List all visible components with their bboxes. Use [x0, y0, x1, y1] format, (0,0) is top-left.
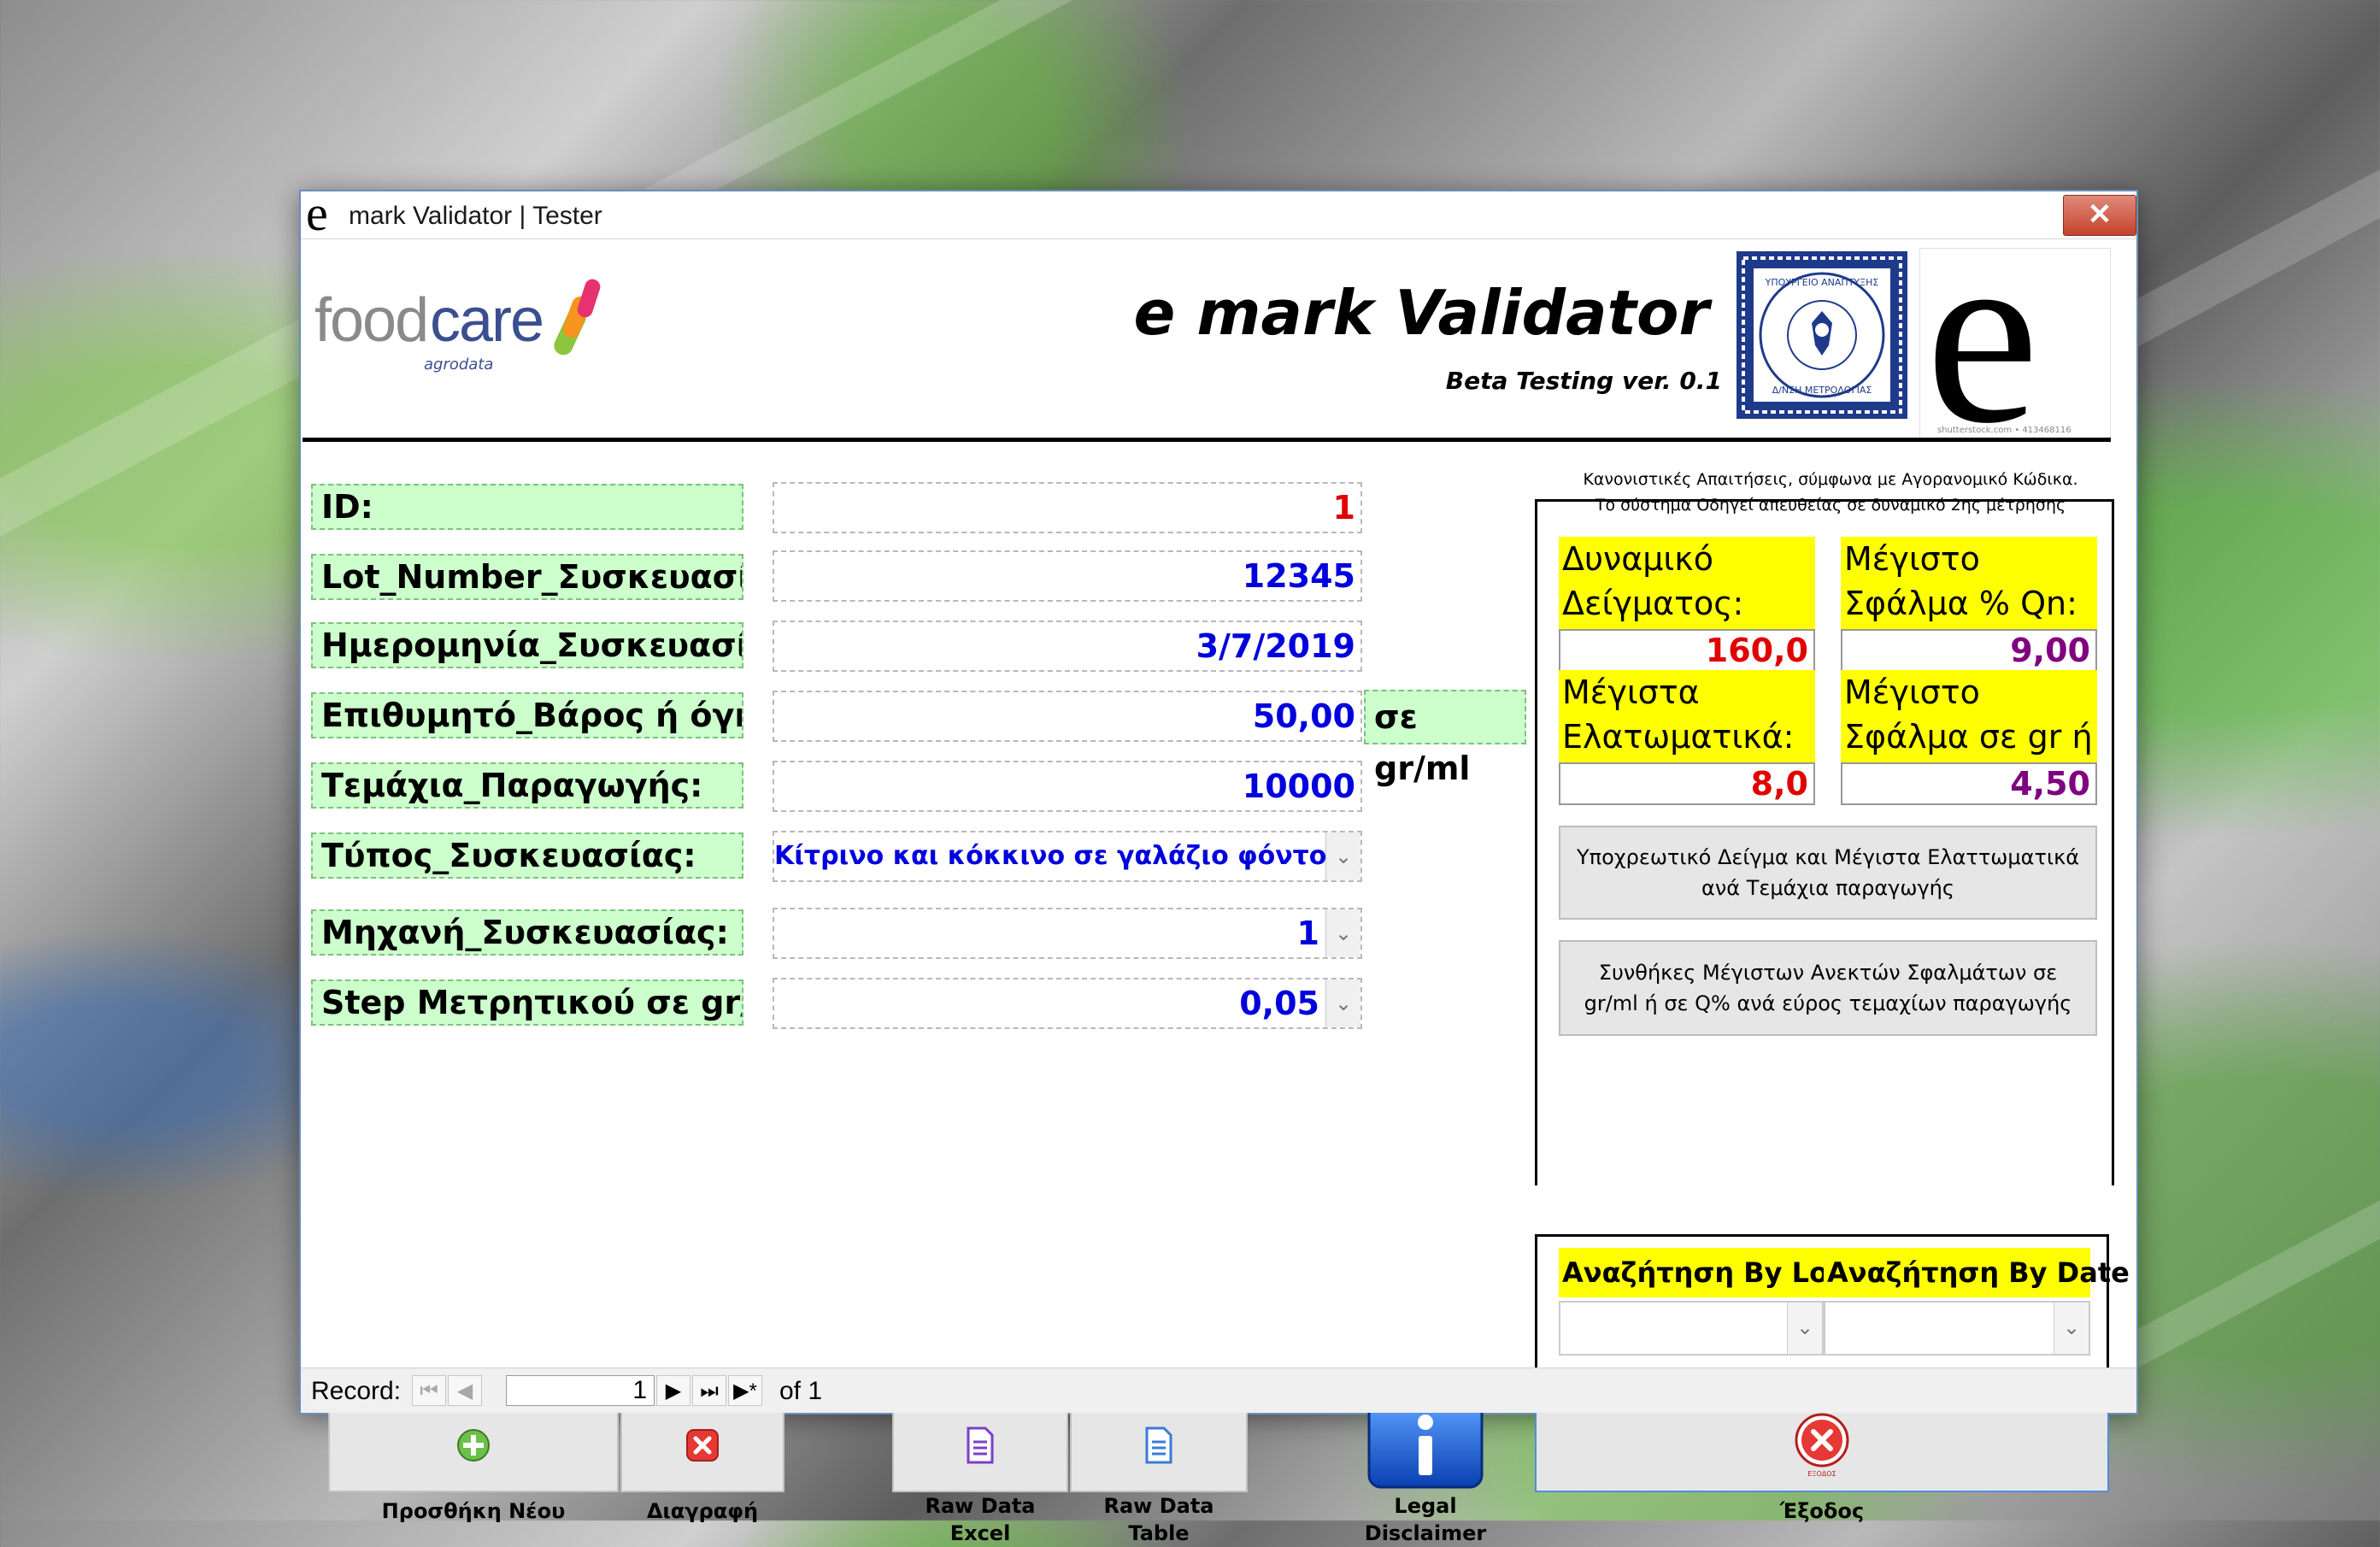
- emark-symbol-icon: e shutterstock.com • 413468116: [1919, 206, 2111, 462]
- legal-disclaimer-button[interactable]: [1367, 1400, 1484, 1489]
- svg-text:agrodata: agrodata: [424, 356, 493, 374]
- error-conditions-button[interactable]: Συνθήκες Μέγιστων Ανεκτών Σφαλμάτων σε g…: [1559, 940, 2097, 1036]
- record-navigator: Record: ⏮ ◀ 1 ▶ ⏭ ▶* of 1: [301, 1368, 2136, 1413]
- id-field[interactable]: 1: [773, 482, 1362, 533]
- label-packaging-type: Τύπος_Συσκευασίας:: [311, 832, 743, 879]
- packaging-date-field[interactable]: 3/7/2019: [773, 621, 1362, 672]
- max-error-gr-value: 4,50: [1841, 762, 2097, 805]
- label-production-pieces: Τεμάχια_Παραγωγής:: [311, 762, 743, 809]
- svg-text:ΕΞΟΔΟΣ: ΕΞΟΔΟΣ: [1807, 1470, 1836, 1478]
- max-error-percent-label: Μέγιστο Σφάλμα % Qn:: [1841, 537, 2097, 629]
- ministry-seal-icon: ΥΠΟΥΡΓΕΙΟ ΑΝΑΠΤΥΞΗΣ Δ/ΝΣΗ ΜΕΤΡΟΛΟΓΙΑΣ: [1737, 251, 1907, 419]
- svg-text:Δ/ΝΣΗ ΜΕΤΡΟΛΟΓΙΑΣ: Δ/ΝΣΗ ΜΕΤΡΟΛΟΓΙΑΣ: [1772, 385, 1872, 396]
- delete-caption: Διαγραφή: [646, 1499, 759, 1523]
- last-record-icon[interactable]: ⏭: [692, 1375, 726, 1406]
- chevron-down-icon[interactable]: ⌄: [1325, 832, 1360, 880]
- chevron-down-icon[interactable]: ⌄: [1787, 1303, 1822, 1354]
- meter-step-combo[interactable]: 0,05 ⌄: [773, 978, 1362, 1029]
- target-weight-field[interactable]: 50,00: [773, 691, 1362, 742]
- raw-data-table-caption: Raw Data Table: [1103, 1494, 1214, 1545]
- header-divider: [303, 438, 2111, 442]
- new-record-icon[interactable]: ▶*: [728, 1375, 762, 1406]
- current-record-input[interactable]: 1: [506, 1375, 655, 1406]
- label-meter-step: Step Μετρητικού σε gr/ml:: [311, 979, 743, 1026]
- chevron-down-icon[interactable]: ⌄: [1325, 979, 1360, 1027]
- max-error-percent-value: 9,00: [1841, 629, 2097, 672]
- search-by-lot-label: Αναζήτηση By Lot: [1559, 1248, 1841, 1297]
- emark-app-icon: e: [306, 185, 328, 241]
- document-icon: [967, 1426, 994, 1464]
- label-lot-number: Lot_Number_Συσκευασίας:: [311, 554, 743, 600]
- svg-text:care: care: [430, 286, 543, 355]
- max-defective-value: 8,0: [1559, 762, 1815, 805]
- version-label: Beta Testing ver. 0.1: [1445, 367, 1722, 395]
- packaging-machine-combo[interactable]: 1 ⌄: [773, 908, 1362, 959]
- dynamic-sample-label: Δυναμικό Δείγματος:: [1559, 537, 1815, 629]
- exit-icon: ΕΞΟΔΟΣ: [1795, 1413, 1849, 1478]
- first-record-icon[interactable]: ⏮: [412, 1375, 446, 1406]
- exit-caption: Έξοδος: [1779, 1499, 1865, 1523]
- max-defective-label: Μέγιστα Ελατωματικά:: [1559, 670, 1815, 762]
- svg-text:ΥΠΟΥΡΓΕΙΟ ΑΝΑΠΤΥΞΗΣ: ΥΠΟΥΡΓΕΙΟ ΑΝΑΠΤΥΞΗΣ: [1765, 277, 1879, 288]
- dynamic-sample-value: 160,0: [1559, 629, 1815, 672]
- app-title: e mark Validator: [1133, 277, 1709, 349]
- title-bar: e mark Validator | Tester ✕: [301, 185, 2136, 241]
- window-title: mark Validator | Tester: [349, 202, 602, 230]
- prev-record-icon[interactable]: ◀: [448, 1375, 482, 1406]
- label-id: ID:: [311, 484, 743, 530]
- production-pieces-field[interactable]: 10000: [773, 761, 1362, 812]
- unit-label: σε gr/ml: [1364, 690, 1526, 787]
- record-label: Record:: [311, 1377, 402, 1405]
- lot-number-field[interactable]: 12345: [773, 550, 1362, 602]
- document-icon: [1145, 1426, 1172, 1464]
- legal-disclaimer-caption: Legal Disclaimer: [1364, 1494, 1487, 1545]
- packaging-type-combo[interactable]: Κίτρινο και κόκκινο σε γαλάζιο φόντο ⌄: [773, 831, 1362, 882]
- search-by-date-label: Αναζήτηση By Date: [1824, 1248, 2130, 1297]
- raw-data-excel-caption: Raw Data Excel: [925, 1494, 1036, 1545]
- delete-x-icon: [686, 1429, 719, 1462]
- next-record-icon[interactable]: ▶: [656, 1375, 690, 1406]
- mandatory-sample-button[interactable]: Υποχρεωτικό Δείγμα και Μέγιστα Ελαττωματ…: [1559, 826, 2097, 920]
- chevron-down-icon[interactable]: ⌄: [1325, 909, 1360, 957]
- record-count: of 1: [779, 1377, 823, 1405]
- label-packaging-date: Ημερομηνία_Συσκευασίας:: [311, 622, 743, 668]
- app-window: e mark Validator | Tester ✕ food care ag…: [299, 185, 2138, 1545]
- label-target-weight: Επιθυμητό_Βάρος ή όγκος:: [311, 692, 743, 738]
- close-window-button[interactable]: ✕: [2063, 195, 2136, 236]
- plus-circle-icon: [457, 1429, 490, 1462]
- add-new-caption: Προσθήκη Νέου: [381, 1499, 566, 1523]
- chevron-down-icon[interactable]: ⌄: [2054, 1303, 2089, 1354]
- search-date-combo[interactable]: ⌄: [1824, 1301, 2090, 1356]
- label-packaging-machine: Μηχανή_Συσκευασίας:: [311, 909, 743, 956]
- foodcare-logo: food care agrodata: [314, 277, 605, 379]
- search-lot-combo[interactable]: ⌄: [1559, 1301, 1824, 1356]
- max-error-gr-label: Μέγιστο Σφάλμα σε gr ή: [1841, 670, 2097, 762]
- info-icon: [1367, 1400, 1484, 1489]
- svg-text:food: food: [314, 286, 427, 355]
